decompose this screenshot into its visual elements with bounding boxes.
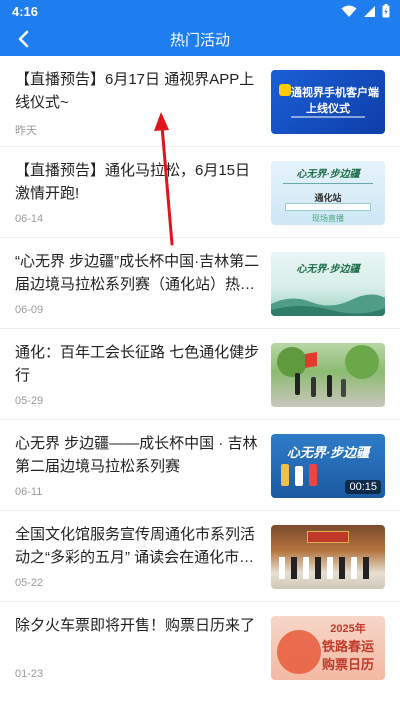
thumbnail-caption: 现场直播 [312,214,344,223]
item-thumbnail [271,525,385,589]
item-thumbnail: 心无界·步边疆 通化站 现场直播 [271,161,385,225]
item-thumbnail: 心无界·步边疆 [271,252,385,316]
item-thumbnail [271,343,385,407]
list-item[interactable]: “心无界 步边疆”成长杯中国·吉林第二届边境马拉松系列赛（通化站）热力来袭 06… [0,238,400,329]
activity-list: 【直播预告】6月17日 通视界APP上线仪式~ 昨天 通视界手机客户端 上线仪式… [0,56,400,693]
item-date: 昨天 [15,125,37,137]
status-time: 4:16 [12,4,39,19]
item-title: 心无界 步边疆——成长杯中国 · 吉林第二届边境马拉松系列赛 [15,435,258,475]
item-date: 05-22 [15,577,44,589]
status-icons [341,4,390,18]
item-title: 除夕火车票即将开售！购票日历来了 [15,617,256,634]
item-thumbnail: 通视界手机客户端 上线仪式 [271,70,385,134]
app-bar: 热门活动 [0,22,400,56]
item-thumbnail: 2025年 铁路春运 购票日历 [271,616,385,680]
wifi-icon [341,5,357,17]
item-title: 全国文化馆服务宣传周通化市系列活动之“多彩的五月” 诵读会在通化市群众艺术馆举行 [15,526,256,566]
item-date: 06-09 [15,304,44,316]
item-date: 06-14 [15,213,44,225]
item-date: 06-11 [15,486,43,498]
item-date: 05-29 [15,395,44,407]
list-item[interactable]: 【直播预告】6月17日 通视界APP上线仪式~ 昨天 通视界手机客户端 上线仪式 [0,56,400,147]
battery-icon [382,4,390,18]
item-title: 【直播预告】6月17日 通视界APP上线仪式~ [15,71,255,111]
video-duration: 00:15 [345,480,381,494]
item-thumbnail: 心无界·步边疆 00:15 [271,434,385,498]
page-title: 热门活动 [169,32,230,49]
thumbnail-caption: 心无界·步边疆 [296,169,360,180]
item-date: 01-23 [15,668,44,680]
thumbnail-caption: 购票日历 [321,657,374,672]
status-bar: 4:16 [0,0,400,22]
thumbnail-caption: 2025年 [330,623,366,635]
list-item[interactable]: 【直播预告】通化马拉松，6月15日激情开跑! 06-14 心无界·步边疆 通化站… [0,147,400,238]
list-item[interactable]: 通化：百年工会长征路 七色通化健步行 05-29 [0,329,400,420]
thumbnail-caption: 铁路春运 [321,639,374,654]
thumbnail-caption: 心无界·步边疆 [286,445,370,460]
landscape-illustration [271,294,385,316]
item-title: “心无界 步边疆”成长杯中国·吉林第二届边境马拉松系列赛（通化站）热力来袭 [15,253,260,293]
item-title: 【直播预告】通化马拉松，6月15日激情开跑! [15,162,251,202]
thumbnail-caption: 心无界·步边疆 [296,264,360,275]
list-item[interactable]: 全国文化馆服务宣传周通化市系列活动之“多彩的五月” 诵读会在通化市群众艺术馆举行… [0,511,400,602]
thumbnail-caption: 上线仪式 [306,103,350,115]
signal-icon [364,5,375,17]
item-title: 通化：百年工会长征路 七色通化健步行 [15,344,260,384]
thumbnail-caption: 通视界手机客户端 [291,87,379,99]
list-item[interactable]: 心无界 步边疆——成长杯中国 · 吉林第二届边境马拉松系列赛 06-11 心无界… [0,420,400,511]
list-item[interactable]: 除夕火车票即将开售！购票日历来了 01-23 2025年 铁路春运 购票日历 [0,602,400,693]
